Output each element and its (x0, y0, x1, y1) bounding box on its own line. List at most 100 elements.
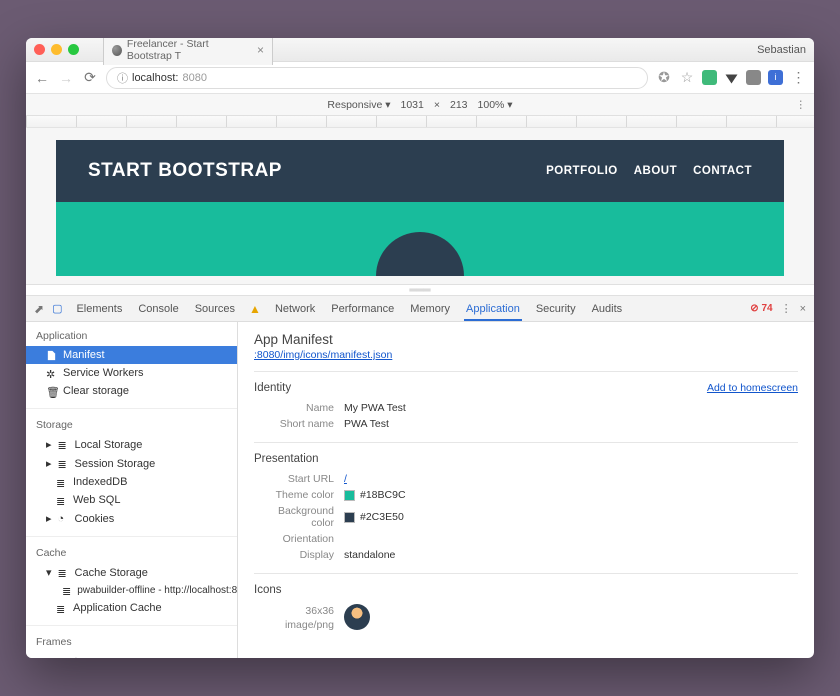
extension-icon[interactable] (702, 70, 717, 85)
db-icon: ≣ (58, 567, 69, 578)
db-icon: ≣ (56, 495, 67, 506)
sidebar-item-cache-storage[interactable]: ▾ ≣ Cache Storage (26, 563, 237, 582)
devtools-close-icon[interactable]: × (800, 303, 806, 315)
sidebar-item-manifest[interactable]: Manifest (26, 346, 237, 364)
site-issues-icon[interactable]: ✪ (656, 69, 672, 86)
tab-memory[interactable]: Memory (408, 303, 452, 315)
chevron-right-icon: ▸ (46, 457, 52, 470)
sidebar-label: Application Cache (73, 602, 162, 614)
value-theme-color: #18BC9C (344, 489, 406, 501)
devtools-drag-handle[interactable]: ═══ (26, 284, 814, 296)
viewport-height[interactable]: 213 (450, 99, 468, 111)
manifest-panel: App Manifest :8080/img/icons/manifest.js… (238, 322, 814, 658)
chevron-right-icon: ▸ (46, 512, 52, 525)
nav-portfolio[interactable]: PORTFOLIO (546, 165, 618, 177)
app-icon (344, 604, 370, 630)
extension-icon[interactable]: i (768, 70, 783, 85)
device-toggle-icon[interactable]: ▢ (52, 302, 62, 316)
sidebar-item-clear-storage[interactable]: 🗑 Clear storage (26, 382, 237, 400)
brand-title[interactable]: START BOOTSTRAP (88, 160, 282, 182)
sidebar-item-cache-entry[interactable]: ≣pwabuilder-offline - http://localhost:8… (26, 582, 237, 599)
sidebar-item-indexeddb[interactable]: ≣IndexedDB (26, 473, 237, 491)
error-count[interactable]: ⊘ 74 (750, 303, 772, 314)
warning-icon: ▲ (249, 302, 261, 316)
sidebar-item-cookies[interactable]: ▸ ◔ Cookies (26, 509, 237, 528)
sidebar-label: Local Storage (75, 439, 143, 451)
profile-name[interactable]: Sebastian (757, 44, 806, 56)
tab-application[interactable]: Application (464, 303, 522, 321)
tab-elements[interactable]: Elements (74, 303, 124, 315)
icon-type: image/png (254, 619, 334, 633)
theme-color-swatch (344, 490, 355, 501)
chrome-menu-icon[interactable]: ⋮ (790, 69, 806, 86)
url-field[interactable]: ⓘ localhost:8080 (106, 67, 648, 89)
pocket-icon[interactable] (724, 70, 739, 85)
tab-audits[interactable]: Audits (590, 303, 625, 315)
section-icons: Icons (254, 584, 798, 596)
sidebar-label: Web SQL (73, 494, 121, 506)
sidebar-item-websql[interactable]: ≣ Web SQL (26, 491, 237, 509)
sidebar-section-frames: Frames (26, 632, 237, 652)
url-host: localhost: (132, 72, 178, 84)
sidebar-label: Cache Storage (75, 567, 148, 579)
sidebar-label: Cookies (75, 513, 115, 525)
sidebar-item-app-cache[interactable]: ≣Application Cache (26, 599, 237, 617)
bookmark-star-icon[interactable]: ☆ (679, 69, 695, 86)
tab-title: Freelancer - Start Bootstrap T (127, 38, 252, 62)
extension-icon[interactable] (746, 70, 761, 85)
devtools-menu-icon[interactable]: ⋮ (781, 302, 792, 315)
sidebar-label: pwabuilder-offline - http://localhost:80… (77, 585, 238, 596)
sidebar-item-local-storage[interactable]: ▸≣Local Storage (26, 435, 237, 454)
fullscreen-window-button[interactable] (68, 44, 79, 55)
device-toolbar: Responsive ▾ 1031 × 213 100% ▾ ⋮ (26, 94, 814, 116)
hero-banner (56, 202, 784, 276)
viewport: START BOOTSTRAP PORTFOLIO ABOUT CONTACT (26, 128, 814, 284)
section-presentation: Presentation (254, 453, 798, 465)
chevron-down-icon: ▾ (46, 566, 52, 579)
favicon-icon (112, 45, 122, 56)
bg-color-swatch (344, 512, 355, 523)
tab-console[interactable]: Console (136, 303, 180, 315)
sidebar-section-cache: Cache (26, 543, 237, 563)
back-button[interactable]: ← (34, 70, 50, 86)
tab-close-icon[interactable]: × (257, 44, 264, 56)
nav-about[interactable]: ABOUT (634, 165, 677, 177)
inspect-element-icon[interactable]: ⬈ (34, 302, 44, 316)
tab-security[interactable]: Security (534, 303, 578, 315)
tab-performance[interactable]: Performance (329, 303, 396, 315)
sidebar-item-top-frame[interactable]: ▸▭top (26, 652, 237, 658)
cookie-icon: ◔ (58, 513, 69, 524)
zoom-dropdown[interactable]: 100% ▾ (478, 99, 513, 111)
sidebar-label: Clear storage (63, 385, 129, 397)
tab-network[interactable]: Network (273, 303, 317, 315)
device-menu-icon[interactable]: ⋮ (796, 99, 807, 111)
trash-icon: 🗑 (46, 386, 57, 397)
browser-window: Freelancer - Start Bootstrap T × Sebasti… (26, 38, 814, 658)
nav-contact[interactable]: CONTACT (693, 165, 752, 177)
browser-tab[interactable]: Freelancer - Start Bootstrap T × (103, 38, 273, 65)
toolbar-extensions: ✪ ☆ i ⋮ (656, 69, 806, 86)
icon-size: 36x36 (254, 605, 334, 619)
traffic-lights (34, 44, 79, 55)
reload-button[interactable]: ⟳ (82, 69, 98, 86)
label-name: Name (254, 402, 344, 414)
manifest-file-link[interactable]: :8080/img/icons/manifest.json (254, 349, 392, 361)
minimize-window-button[interactable] (51, 44, 62, 55)
tab-sources[interactable]: Sources (193, 303, 237, 315)
add-to-homescreen-link[interactable]: Add to homescreen (707, 382, 798, 394)
address-bar: ← → ⟳ ⓘ localhost:8080 ✪ ☆ i ⋮ (26, 62, 814, 94)
label-bg-color: Background color (254, 505, 344, 529)
forward-button[interactable]: → (58, 70, 74, 86)
sidebar-item-session-storage[interactable]: ▸≣Session Storage (26, 454, 237, 473)
value-bg-color: #2C3E50 (344, 511, 404, 523)
viewport-width[interactable]: 1031 (400, 99, 423, 111)
sidebar-label: top (75, 656, 90, 659)
value-start-url[interactable]: / (344, 473, 347, 485)
frame-icon: ▭ (58, 656, 69, 658)
db-icon: ≣ (58, 458, 69, 469)
sidebar-item-service-workers[interactable]: ✲ Service Workers (26, 364, 237, 382)
site-navbar: START BOOTSTRAP PORTFOLIO ABOUT CONTACT (56, 140, 784, 202)
close-window-button[interactable] (34, 44, 45, 55)
device-dropdown[interactable]: Responsive ▾ (327, 99, 390, 111)
label-theme-color: Theme color (254, 489, 344, 501)
